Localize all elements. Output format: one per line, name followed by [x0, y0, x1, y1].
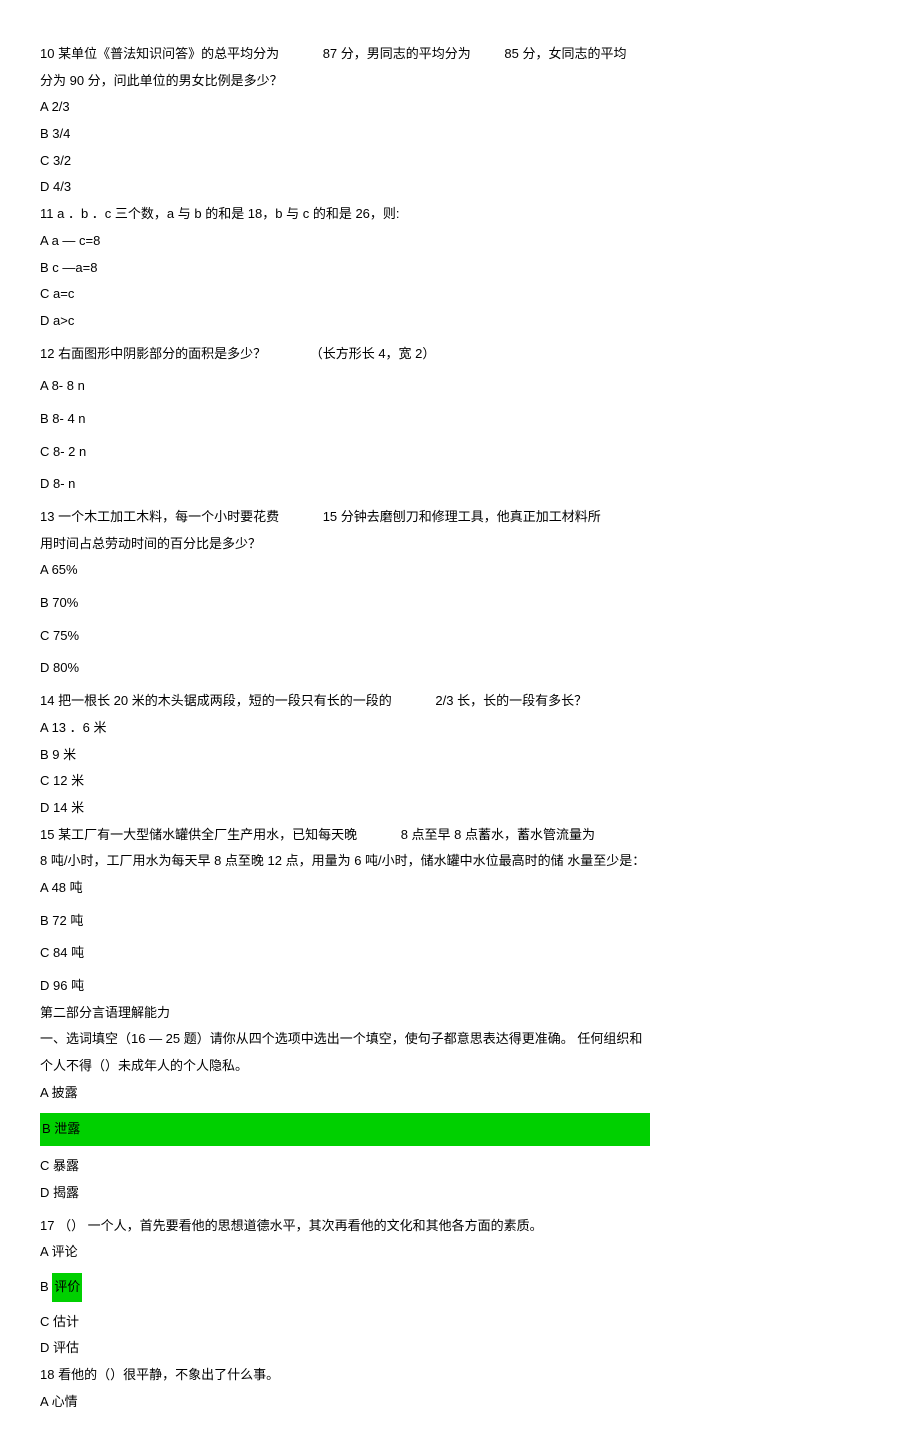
- q10-opt-b: B 3/4: [40, 122, 880, 147]
- q11-opt-b: B c —a=8: [40, 256, 880, 281]
- q17-text: 17 （） 一个人，首先要看他的思想道德水平，其次再看他的文化和其他各方面的素质…: [40, 1214, 880, 1239]
- q13-p2: 15 分钟去磨刨刀和修理工具，他真正加工材料所: [323, 509, 601, 524]
- q10-opt-d: D 4/3: [40, 175, 880, 200]
- q15-opt-a: A 48 吨: [40, 876, 880, 901]
- q15-opt-c: C 84 吨: [40, 941, 880, 966]
- q15-text: 15 某工厂有一大型储水罐供全厂生产用水，已知每天晚 8 点至早 8 点蓄水，蓄…: [40, 823, 880, 848]
- q12-text: 12 右面图形中阴影部分的面积是多少？ （长方形长 4，宽 2）: [40, 342, 880, 367]
- q10-text2: 分为 90 分，问此单位的男女比例是多少？: [40, 69, 880, 94]
- q16-opt-a: A 披露: [40, 1081, 880, 1106]
- q15-opt-d: D 96 吨: [40, 974, 880, 999]
- q13-p1: 13 一个木工加工木料，每一个小时要花费: [40, 509, 279, 524]
- q17-opt-a: A 评论: [40, 1240, 880, 1265]
- q18-opt-a: A 心情: [40, 1390, 880, 1415]
- q13-opt-a: A 65%: [40, 558, 880, 583]
- q15-text2: 8 吨/小时，工厂用水为每天早 8 点至晚 12 点，用量为 6 吨/小时，储水…: [40, 849, 880, 874]
- q18-text: 18 看他的（）很平静，不象出了什么事。: [40, 1363, 880, 1388]
- section2-intro2: 个人不得（）未成年人的个人隐私。: [40, 1054, 880, 1079]
- q11-opt-d: D a>c: [40, 309, 880, 334]
- q12-p1: 12 右面图形中阴影部分的面积是多少？: [40, 346, 266, 361]
- q13-text2: 用时间占总劳动时间的百分比是多少？: [40, 532, 880, 557]
- q14-opt-b: B 9 米: [40, 743, 880, 768]
- q10-p1: 10 某单位《普法知识问答》的总平均分为: [40, 46, 279, 61]
- q13-text: 13 一个木工加工木料，每一个小时要花费 15 分钟去磨刨刀和修理工具，他真正加…: [40, 505, 880, 530]
- q12-opt-c: C 8- 2 n: [40, 440, 880, 465]
- q16-opt-c: C 暴露: [40, 1154, 880, 1179]
- section2-intro1: 一、选词填空（16 — 25 题）请你从四个选项中选出一个填空，使句子都意思表达…: [40, 1027, 880, 1052]
- q10-p2: 87 分，男同志的平均分为: [323, 46, 471, 61]
- q11-text: 11 a ．b ．c 三个数，a 与 b 的和是 18，b 与 c 的和是 26…: [40, 202, 880, 227]
- q13-opt-d: D 80%: [40, 656, 880, 681]
- q14-opt-c: C 12 米: [40, 769, 880, 794]
- q11-opt-a: A a — c=8: [40, 229, 880, 254]
- q12-opt-b: B 8- 4 n: [40, 407, 880, 432]
- q17-b-prefix: B: [40, 1279, 52, 1294]
- q16-opt-b-highlight: B 泄露: [40, 1113, 650, 1146]
- q15-p1: 15 某工厂有一大型储水罐供全厂生产用水，已知每天晚: [40, 827, 357, 842]
- q12-opt-d: D 8- n: [40, 472, 880, 497]
- q15-opt-b: B 72 吨: [40, 909, 880, 934]
- q11-opt-c: C a=c: [40, 282, 880, 307]
- q14-p1: 14 把一根长 20 米的木头锯成两段，短的一段只有长的一段的: [40, 693, 392, 708]
- q10-opt-a: A 2/3: [40, 95, 880, 120]
- q10-p3: 85 分，女同志的平均: [504, 46, 626, 61]
- q16-opt-d: D 揭露: [40, 1181, 880, 1206]
- q12-p2: （长方形长 4，宽 2）: [310, 346, 436, 361]
- section2-title: 第二部分言语理解能力: [40, 1001, 880, 1026]
- q13-opt-c: C 75%: [40, 624, 880, 649]
- q13-opt-b: B 70%: [40, 591, 880, 616]
- q12-opt-a: A 8- 8 n: [40, 374, 880, 399]
- q10-opt-c: C 3/2: [40, 149, 880, 174]
- q17-opt-b: B 评价: [40, 1273, 880, 1302]
- q10-text: 10 某单位《普法知识问答》的总平均分为 87 分，男同志的平均分为 85 分，…: [40, 42, 880, 67]
- q17-opt-c: C 估计: [40, 1310, 880, 1335]
- q17-b-highlight: 评价: [52, 1273, 82, 1302]
- q14-opt-d: D 14 米: [40, 796, 880, 821]
- q14-p2: 2/3 长，长的一段有多长？: [435, 693, 587, 708]
- q14-text: 14 把一根长 20 米的木头锯成两段，短的一段只有长的一段的 2/3 长，长的…: [40, 689, 880, 714]
- q17-opt-d: D 评估: [40, 1336, 880, 1361]
- q14-opt-a: A 13 ．6 米: [40, 716, 880, 741]
- q15-p2: 8 点至早 8 点蓄水，蓄水管流量为: [401, 827, 595, 842]
